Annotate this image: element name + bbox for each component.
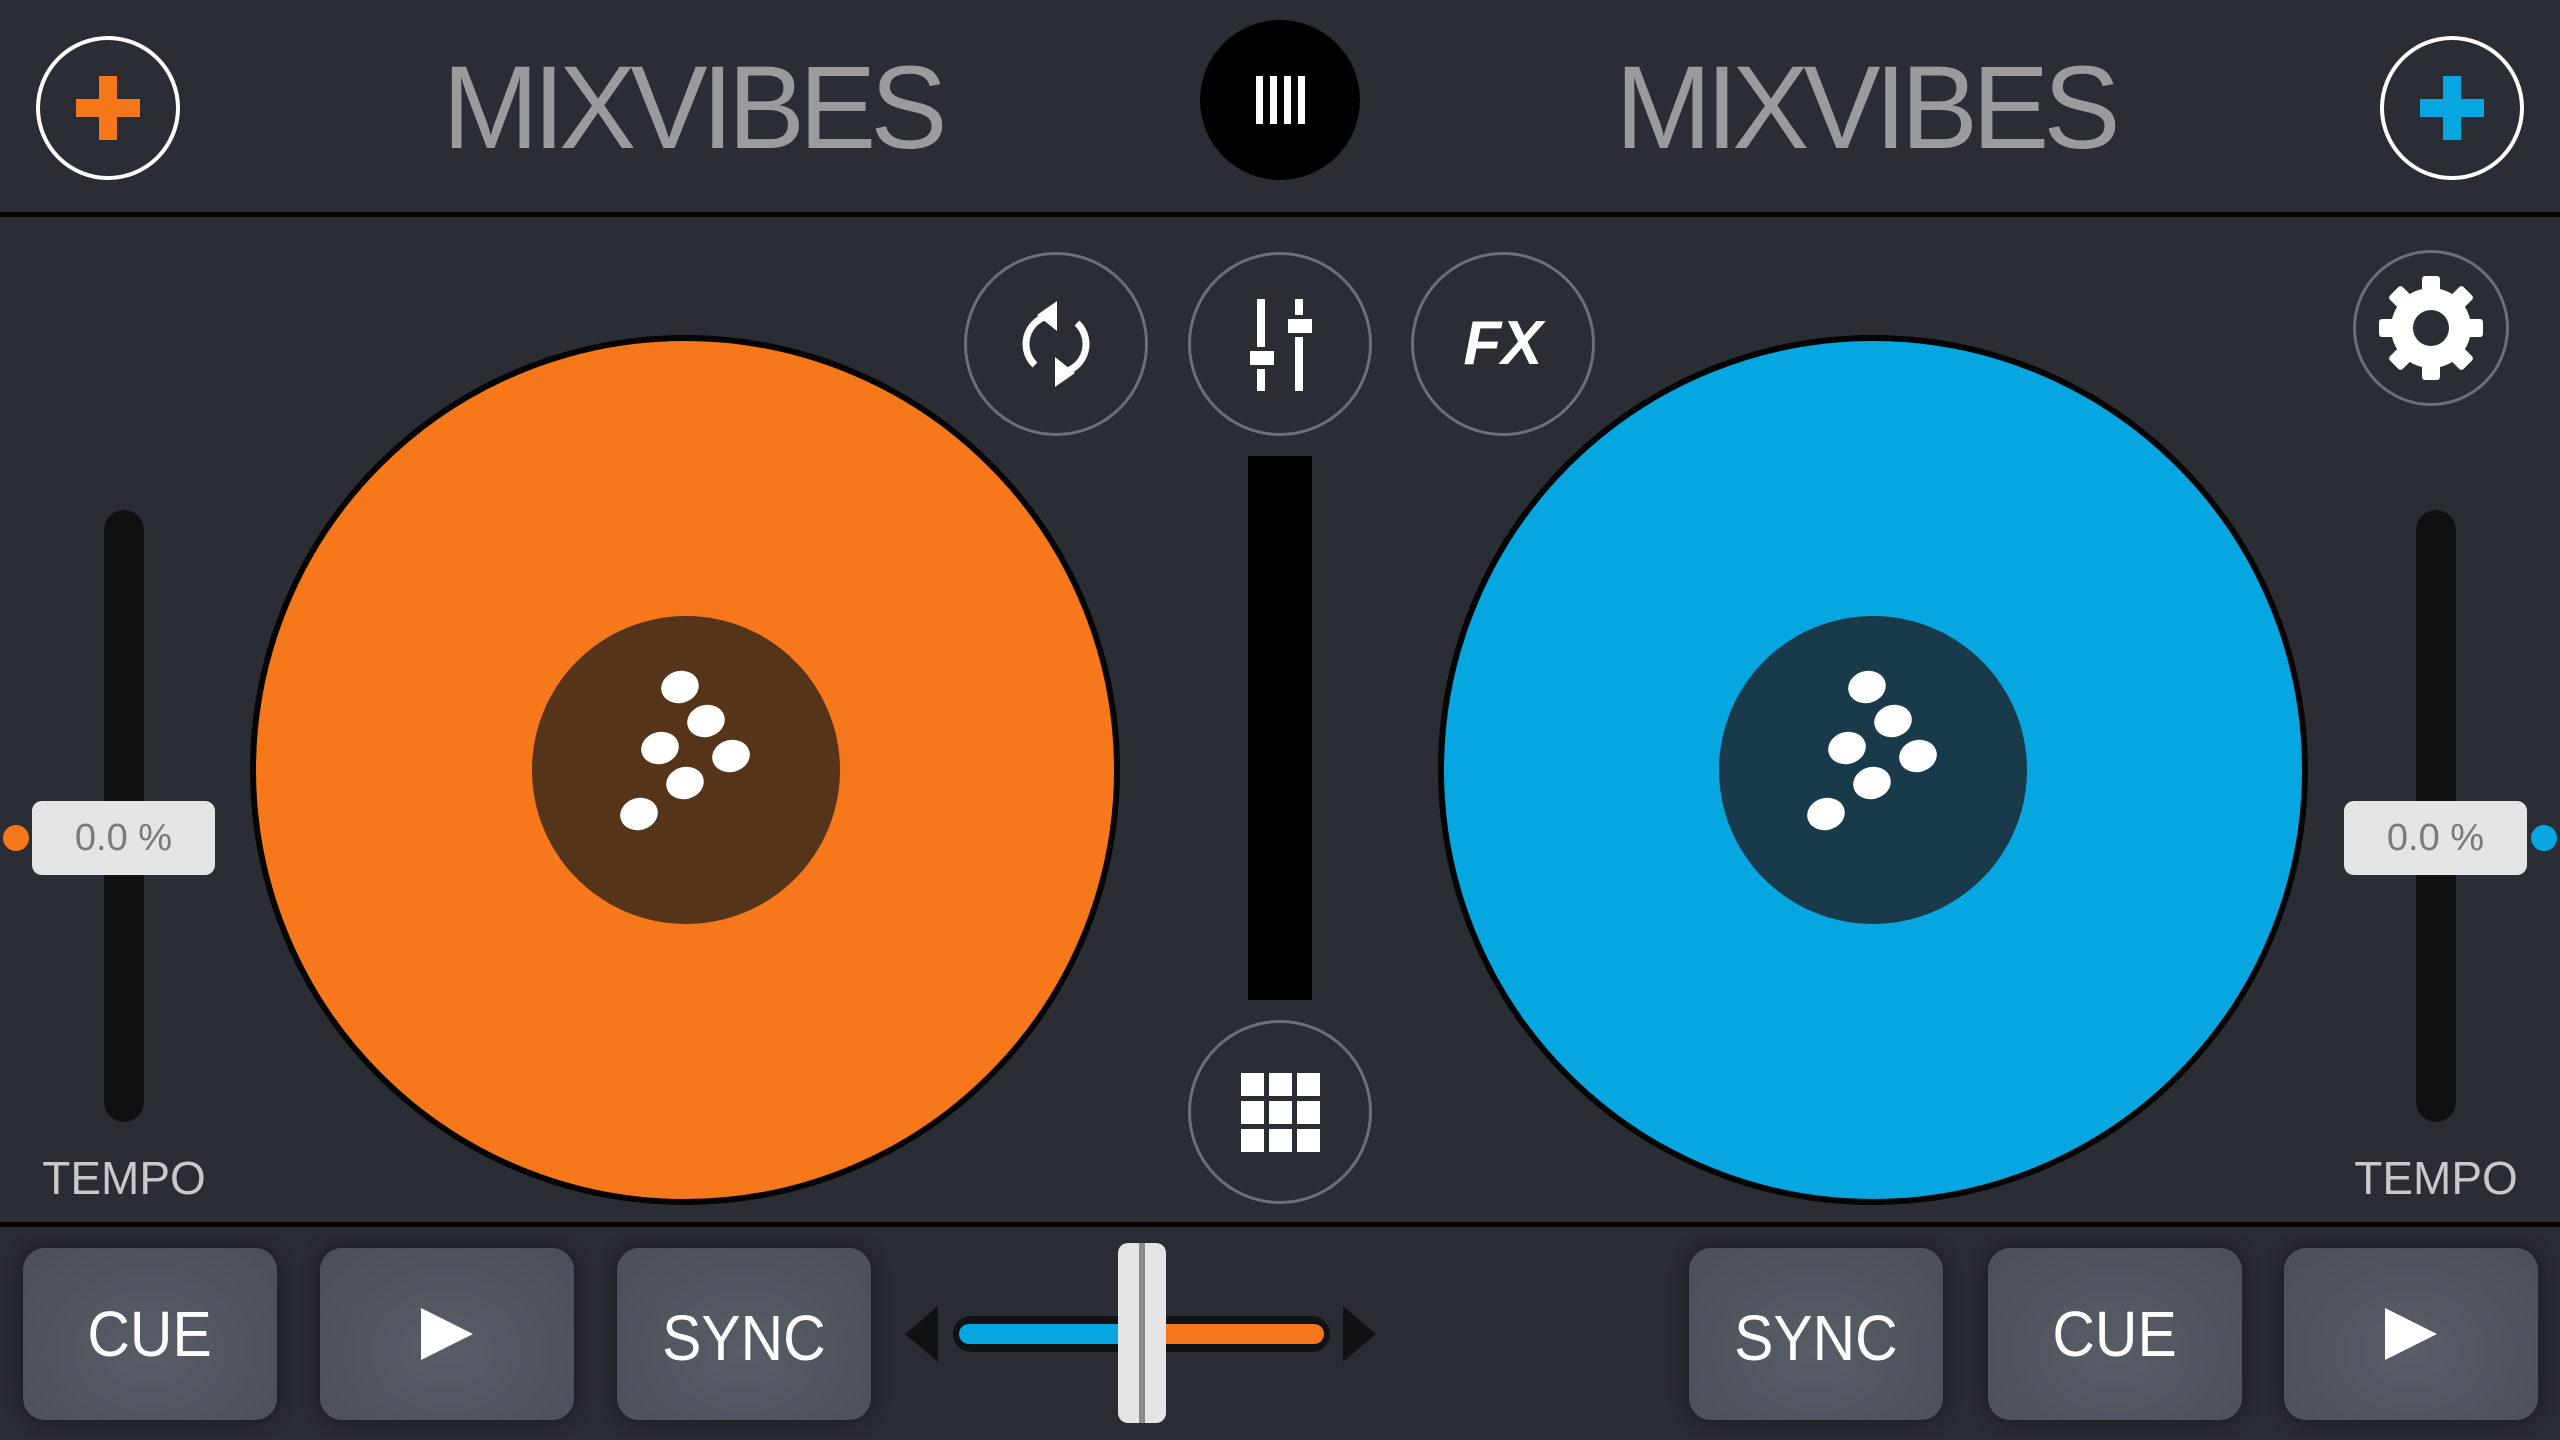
fx-label: FX [1463,309,1543,378]
add-track-deck-b-button[interactable] [2380,36,2524,180]
mixvibes-logo-icon [1807,670,1937,831]
cue-label: CUE [87,1298,213,1370]
pads-button[interactable] [1188,1020,1372,1204]
header-divider [0,212,2560,217]
menu-button[interactable] [1200,20,1360,180]
sliders-icon [1250,299,1312,391]
cue-button-deck-a[interactable]: CUE [23,1248,277,1420]
grid-icon [1241,1073,1320,1152]
tempo-indicator-deck-a [3,825,29,851]
gear-icon [2379,276,2483,380]
play-button-deck-b[interactable] [2284,1248,2538,1420]
sync-label: SYNC [1734,1302,1898,1374]
mixer-button[interactable] [1188,252,1372,436]
play-icon [2385,1308,2437,1360]
tempo-handle-deck-b[interactable]: 0.0 % [2344,801,2527,875]
sync-loop-button[interactable] [964,252,1148,436]
tempo-label-deck-b: TEMPO [2354,1152,2518,1204]
crossfader-deck-a-fill [1141,1324,1324,1344]
sync-button-deck-a[interactable]: SYNC [617,1248,871,1420]
platter-label-deck-a [532,616,840,924]
deck-a-logo: MIXVIBES [442,42,947,174]
deck-b-logo: MIXVIBES [1615,42,2120,174]
cue-label: CUE [2052,1298,2178,1370]
refresh-icon [1022,301,1090,387]
level-meter [1248,456,1312,1000]
crossfader-deck-b-fill [959,1324,1142,1344]
tempo-label-deck-a: TEMPO [42,1152,206,1204]
platter-label-deck-b [1719,616,2027,924]
tempo-indicator-deck-b [2531,825,2557,851]
tempo-handle-deck-a[interactable]: 0.0 % [32,801,215,875]
triangle-right-icon[interactable] [1343,1306,1376,1362]
mixvibes-logo-icon [620,670,750,831]
settings-button[interactable] [2353,250,2509,406]
sync-label: SYNC [662,1302,826,1374]
play-button-deck-a[interactable] [320,1248,574,1420]
fx-button[interactable]: FX [1411,252,1595,436]
play-icon [421,1308,473,1360]
crossfader-handle-line [1138,1243,1145,1423]
sync-button-deck-b[interactable]: SYNC [1689,1248,1943,1420]
add-track-deck-a-button[interactable] [36,36,180,180]
triangle-left-icon[interactable] [905,1306,938,1362]
crossfader-handle[interactable] [1117,1243,1166,1423]
cue-button-deck-b[interactable]: CUE [1988,1248,2242,1420]
